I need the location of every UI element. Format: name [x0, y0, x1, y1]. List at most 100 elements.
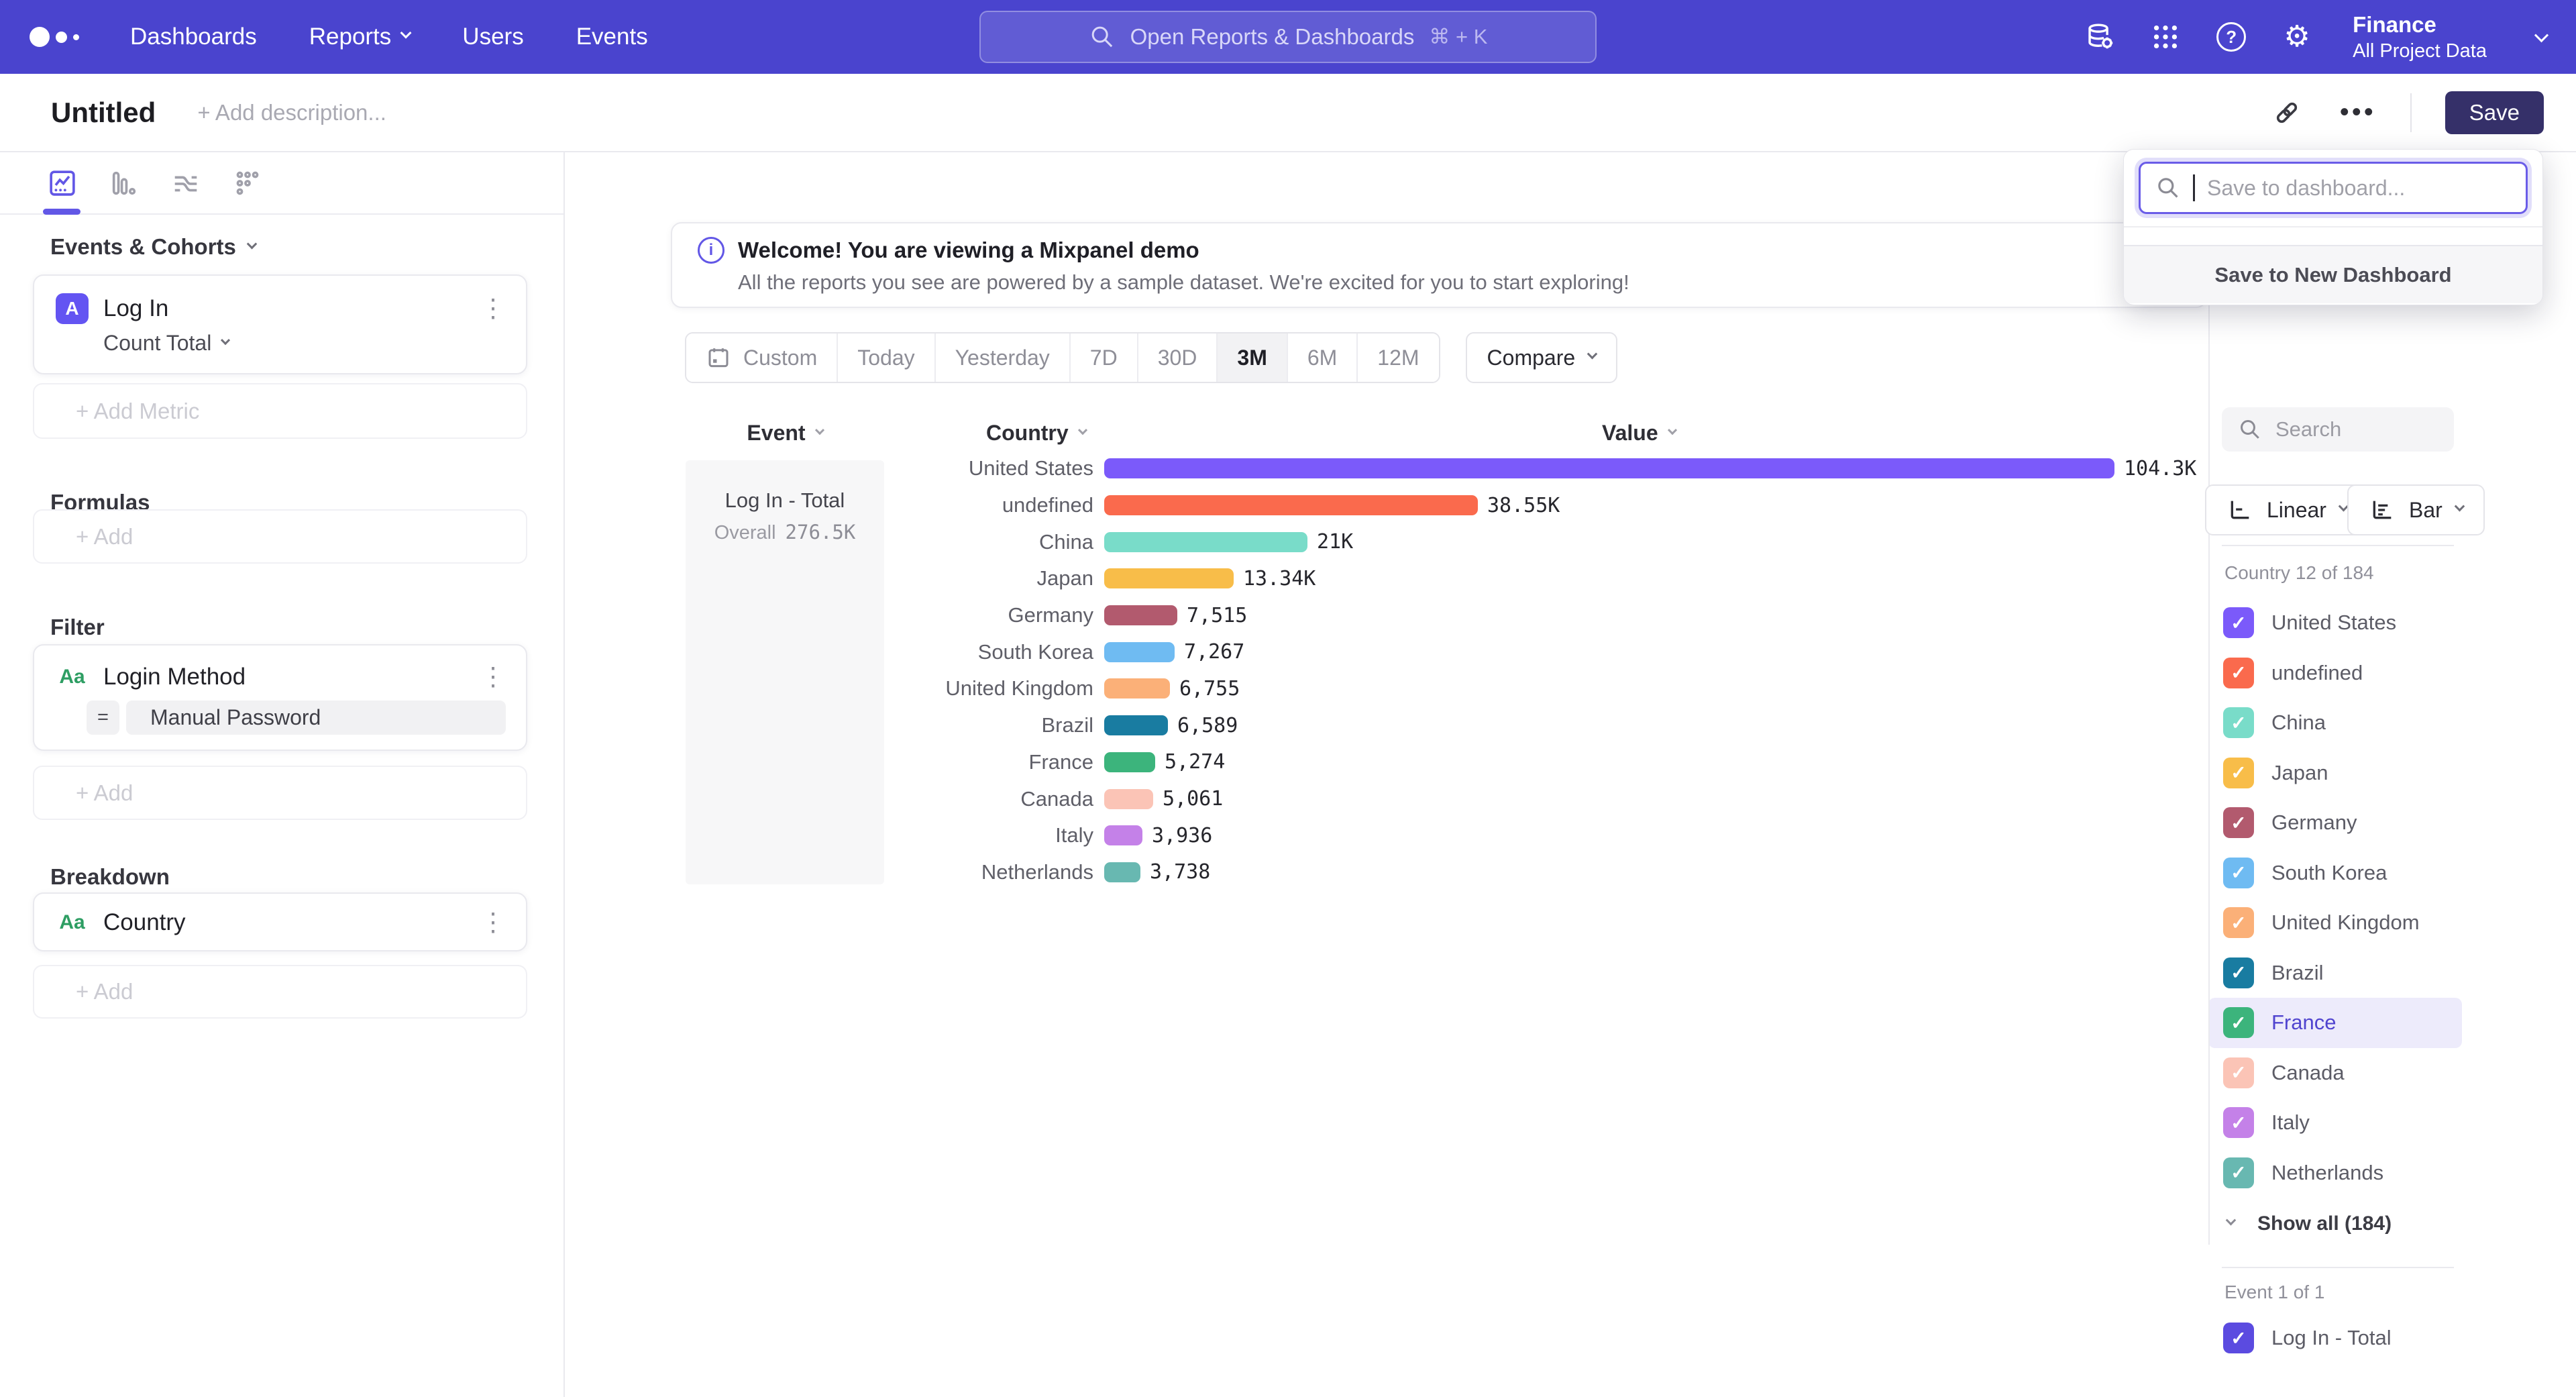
- metric-card[interactable]: A Log In ⋮ Count Total: [33, 274, 527, 374]
- bar[interactable]: [1104, 605, 1177, 625]
- range-button[interactable]: 30D: [1137, 333, 1217, 382]
- country-filter-item[interactable]: ✓ China: [2208, 698, 2462, 748]
- chevron-down-icon[interactable]: [2534, 28, 2548, 42]
- range-button[interactable]: 12M: [1356, 333, 1438, 382]
- filter-card[interactable]: Aa Login Method ⋮ = Manual Password: [33, 644, 527, 751]
- project-switcher[interactable]: Finance All Project Data: [2353, 12, 2487, 62]
- bar[interactable]: [1104, 862, 1140, 882]
- bar[interactable]: [1104, 789, 1153, 809]
- range-button[interactable]: 6M: [1287, 333, 1356, 382]
- settings-gear-icon[interactable]: ⚙: [2280, 20, 2314, 54]
- bar-value-label: 5,274: [1165, 750, 1225, 774]
- divider: [2222, 545, 2454, 546]
- filter-property-name[interactable]: Login Method: [103, 664, 246, 690]
- add-formula-button[interactable]: + Add: [33, 509, 527, 564]
- country-filter-item[interactable]: ✓ United States: [2208, 598, 2462, 648]
- tab-funnels[interactable]: [107, 166, 142, 201]
- nav-item[interactable]: Dashboards: [130, 23, 257, 50]
- checkbox-checked[interactable]: ✓: [2223, 758, 2254, 788]
- tab-insights[interactable]: [45, 166, 80, 201]
- global-search[interactable]: Open Reports & Dashboards ⌘ + K: [979, 11, 1597, 63]
- help-icon[interactable]: ?: [2214, 20, 2248, 54]
- checkbox-checked[interactable]: ✓: [2223, 858, 2254, 888]
- country-filter-item[interactable]: ✓ undefined: [2208, 648, 2462, 698]
- country-filter-item[interactable]: ✓ France: [2208, 998, 2462, 1048]
- kebab-menu-icon[interactable]: ⋮: [480, 296, 506, 321]
- country-filter-item[interactable]: ✓ Netherlands: [2208, 1148, 2462, 1198]
- bar[interactable]: [1104, 825, 1142, 845]
- event-filter-item[interactable]: ✓ Log In - Total: [2223, 1323, 2392, 1353]
- kebab-menu-icon[interactable]: ⋮: [480, 664, 506, 690]
- range-button[interactable]: Today: [837, 333, 934, 382]
- mixpanel-logo-icon[interactable]: [30, 27, 79, 47]
- checkbox-checked[interactable]: ✓: [2223, 658, 2254, 688]
- report-title-bar: Untitled + Add description... ••• Save: [0, 74, 2576, 152]
- more-options-icon[interactable]: •••: [2339, 94, 2377, 132]
- checkbox-checked[interactable]: ✓: [2223, 1107, 2254, 1138]
- add-description[interactable]: + Add description...: [197, 100, 386, 125]
- checkbox-checked[interactable]: ✓: [2223, 1007, 2254, 1038]
- tab-flows[interactable]: [168, 166, 203, 201]
- column-header-country[interactable]: Country: [986, 421, 1086, 446]
- checkbox-checked[interactable]: ✓: [2223, 607, 2254, 638]
- checkbox-checked[interactable]: ✓: [2223, 1323, 2254, 1353]
- show-all-toggle[interactable]: Show all (184): [2227, 1212, 2392, 1235]
- save-button[interactable]: Save: [2445, 91, 2544, 134]
- bar[interactable]: [1104, 532, 1307, 552]
- check-icon: ✓: [2231, 1112, 2246, 1134]
- breakdown-card[interactable]: Aa Country ⋮: [33, 892, 527, 951]
- kebab-menu-icon[interactable]: ⋮: [480, 910, 506, 935]
- chart-type-button[interactable]: Bar: [2347, 484, 2485, 535]
- range-button[interactable]: Yesterday: [934, 333, 1069, 382]
- primary-nav: Dashboards Reports Users Events: [130, 23, 648, 50]
- bar[interactable]: [1104, 678, 1170, 698]
- add-metric-button[interactable]: + Add Metric: [33, 383, 527, 439]
- filter-operator[interactable]: =: [87, 701, 119, 735]
- segment-filter-panel: Search Select all Country 12 of 184 ✓ Un…: [2208, 152, 2576, 1397]
- country-filter-item[interactable]: ✓ Canada: [2208, 1048, 2462, 1098]
- breakdown-property-name[interactable]: Country: [103, 909, 186, 936]
- range-button[interactable]: Custom: [686, 333, 837, 382]
- copy-link-icon[interactable]: [2268, 94, 2306, 132]
- checkbox-checked[interactable]: ✓: [2223, 1057, 2254, 1088]
- filter-value[interactable]: Manual Password: [126, 701, 506, 735]
- metric-event-name[interactable]: Log In: [103, 295, 168, 322]
- bar[interactable]: [1104, 642, 1175, 662]
- add-breakdown-button[interactable]: + Add: [33, 965, 527, 1019]
- save-to-new-dashboard-button[interactable]: Save to New Dashboard: [2124, 245, 2542, 303]
- bar[interactable]: [1104, 495, 1478, 515]
- column-header-event[interactable]: Event: [686, 421, 884, 446]
- checkbox-checked[interactable]: ✓: [2223, 707, 2254, 738]
- data-management-icon[interactable]: [2083, 20, 2116, 54]
- save-dashboard-search-input[interactable]: Save to dashboard...: [2139, 162, 2528, 214]
- nav-item[interactable]: Events: [576, 23, 648, 50]
- country-filter-item[interactable]: ✓ South Korea: [2208, 848, 2462, 898]
- country-filter-item[interactable]: ✓ Germany: [2208, 798, 2462, 848]
- apps-grid-icon[interactable]: [2149, 20, 2182, 54]
- compare-button[interactable]: Compare: [1466, 332, 1618, 383]
- checkbox-checked[interactable]: ✓: [2223, 907, 2254, 938]
- range-button[interactable]: 3M: [1216, 333, 1286, 382]
- checkbox-checked[interactable]: ✓: [2223, 807, 2254, 838]
- line-type-button[interactable]: Linear: [2205, 484, 2369, 535]
- events-cohorts-header[interactable]: Events & Cohorts: [50, 234, 256, 260]
- bar[interactable]: [1104, 458, 2114, 478]
- report-title[interactable]: Untitled: [51, 97, 156, 129]
- checkbox-checked[interactable]: ✓: [2223, 958, 2254, 988]
- bar[interactable]: [1104, 568, 1234, 588]
- tab-retention[interactable]: [230, 166, 265, 201]
- bar[interactable]: [1104, 715, 1168, 735]
- country-filter-item[interactable]: ✓ Japan: [2208, 748, 2462, 798]
- range-button[interactable]: 7D: [1069, 333, 1137, 382]
- nav-item[interactable]: Users: [462, 23, 523, 50]
- aggregation-selector[interactable]: Count Total: [103, 331, 526, 356]
- country-filter-item[interactable]: ✓ Italy: [2208, 1098, 2462, 1148]
- add-filter-button[interactable]: + Add: [33, 766, 527, 820]
- column-header-value[interactable]: Value: [1602, 421, 1676, 446]
- checkbox-checked[interactable]: ✓: [2223, 1157, 2254, 1188]
- country-filter-item[interactable]: ✓ United Kingdom: [2208, 898, 2462, 948]
- nav-item[interactable]: Reports: [309, 23, 411, 50]
- bar[interactable]: [1104, 752, 1155, 772]
- segment-search[interactable]: Search: [2222, 407, 2454, 452]
- country-filter-item[interactable]: ✓ Brazil: [2208, 948, 2462, 998]
